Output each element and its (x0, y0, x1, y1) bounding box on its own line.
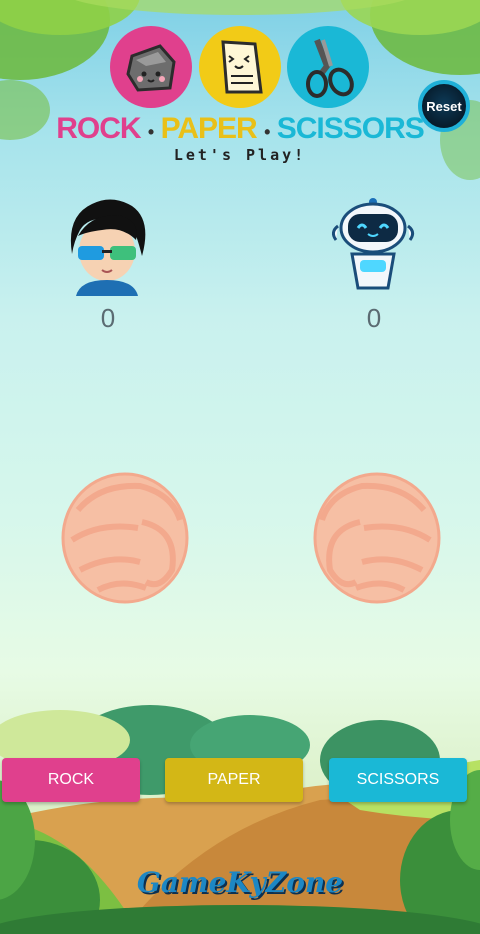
paper-button-label: PAPER (207, 771, 261, 788)
paper-logo-circle (199, 26, 281, 108)
brand-logo: GameKyZone (136, 866, 344, 899)
robot-avatar (331, 198, 415, 290)
game-title: ROCK • PAPER • SCISSORS (0, 112, 480, 146)
rock-icon (126, 44, 176, 92)
reset-button[interactable]: Reset (418, 80, 470, 132)
player-score: 0 (100, 303, 116, 333)
rock-logo-circle (110, 26, 192, 108)
scissors-logo-circle (287, 26, 369, 108)
robot-score: 0 (366, 303, 382, 333)
scissors-button-label: SCISSORS (356, 771, 440, 788)
rock-button-label: ROCK (47, 771, 95, 788)
rock-button[interactable]: ROCK (2, 758, 140, 802)
reset-label: Reset (426, 98, 462, 114)
player-fist-icon (61, 472, 189, 604)
paper-button[interactable]: PAPER (165, 758, 303, 802)
game-stage: ROCK • PAPER • SCISSORS Let's Play! Rese… (0, 0, 480, 934)
title-scissors: SCISSORS (276, 112, 425, 145)
subtitle: Let's Play! (173, 146, 307, 164)
title-rock: ROCK (56, 112, 141, 145)
player-avatar (70, 199, 146, 296)
scissors-button[interactable]: SCISSORS (329, 758, 467, 802)
robot-fist-icon (313, 472, 441, 604)
title-separator-1: • (147, 122, 154, 142)
paper-icon (221, 40, 263, 94)
scissors-icon (306, 38, 354, 98)
title-separator-2: • (264, 122, 270, 142)
title-paper: PAPER (160, 112, 258, 145)
